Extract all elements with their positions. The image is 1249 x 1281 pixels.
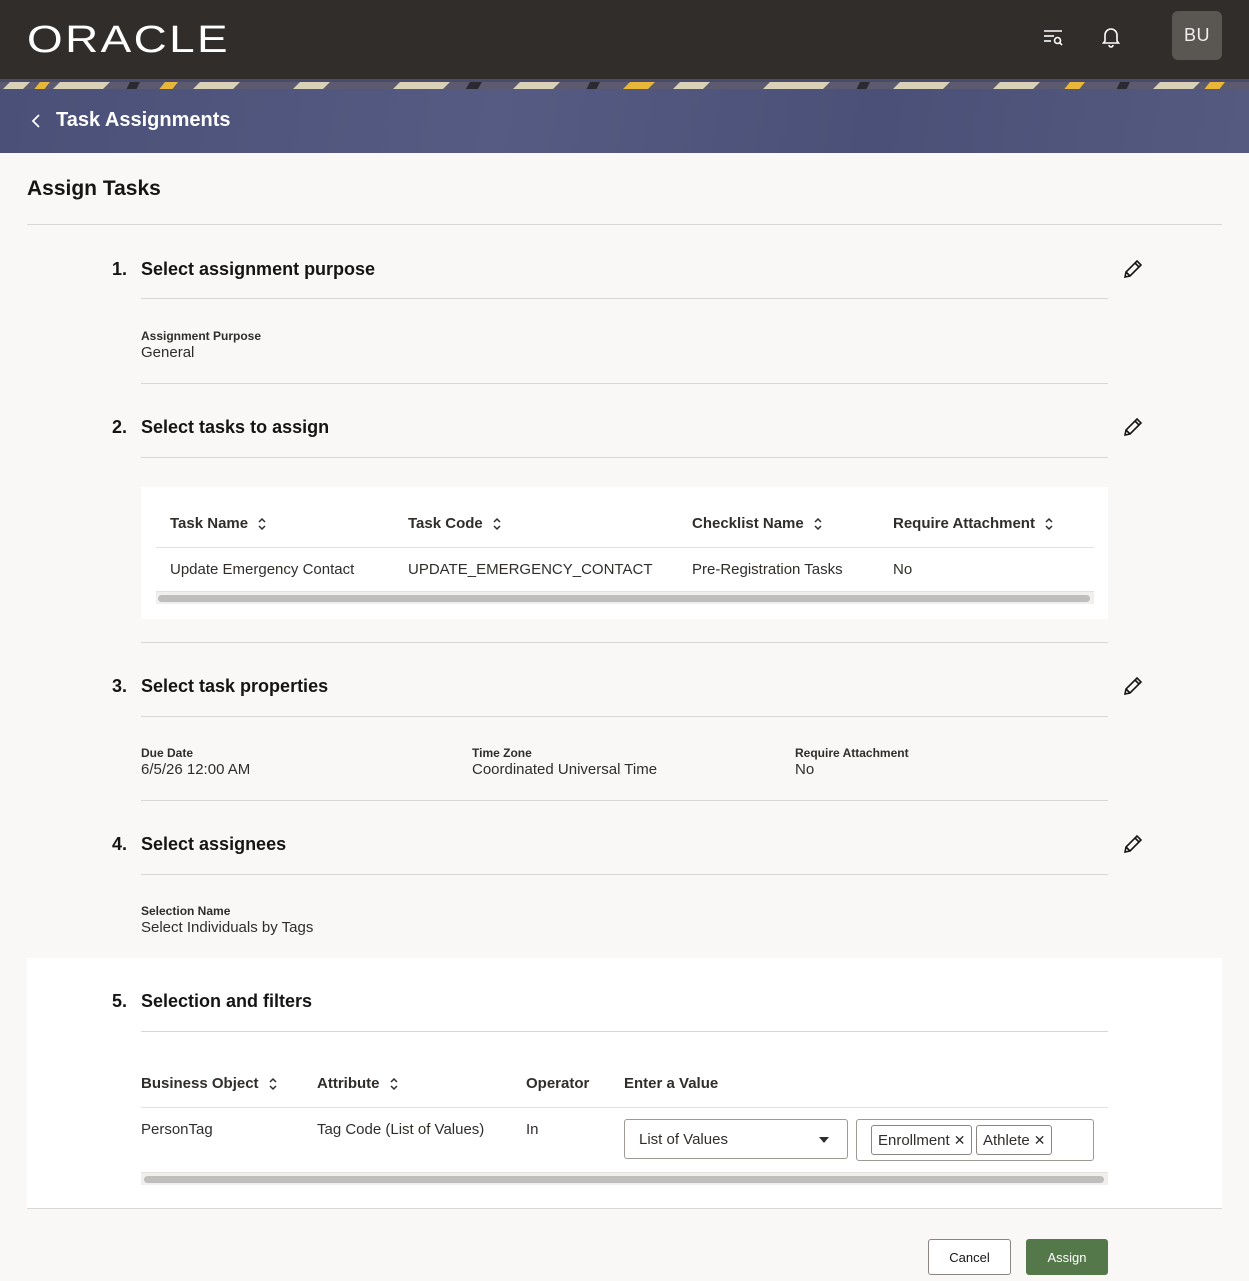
sort-icon[interactable]	[267, 1076, 279, 1092]
notifications-bell-icon[interactable]	[1098, 24, 1124, 50]
page-title: Assign Tasks	[27, 177, 161, 200]
edit-step-4-pencil-icon[interactable]	[1122, 833, 1144, 855]
assign-button[interactable]: Assign	[1026, 1239, 1108, 1275]
remove-chip-close-icon[interactable]: ✕	[1034, 1132, 1046, 1149]
search-list-icon[interactable]	[1040, 24, 1066, 50]
top-bar: ORACLE BU	[0, 0, 1249, 79]
cell-operator: In	[526, 1121, 539, 1138]
sort-icon[interactable]	[1043, 516, 1055, 532]
divider	[141, 874, 1108, 875]
edit-step-2-pencil-icon[interactable]	[1122, 416, 1144, 438]
step-2-title: Select tasks to assign	[141, 417, 330, 437]
step-5-title: Selection and filters	[141, 991, 313, 1011]
edit-step-3-pencil-icon[interactable]	[1122, 675, 1144, 697]
table-header-divider	[156, 547, 1094, 548]
cell-require-attachment: No	[893, 561, 913, 578]
edit-step-1-pencil-icon[interactable]	[1122, 258, 1144, 280]
horizontal-scrollbar[interactable]	[158, 595, 1090, 602]
sort-icon[interactable]	[812, 516, 824, 532]
sort-icon[interactable]	[388, 1076, 400, 1092]
step-5-number: 5.	[111, 991, 127, 1011]
assignment-purpose-value: General	[141, 344, 195, 361]
divider	[141, 716, 1108, 717]
column-header-attribute[interactable]: Attribute	[317, 1075, 400, 1092]
cell-business-object: PersonTag	[141, 1121, 213, 1138]
column-header-checklist-name[interactable]: Checklist Name	[692, 515, 824, 532]
dropdown-caret-icon	[819, 1137, 829, 1143]
column-header-operator: Operator	[526, 1075, 590, 1092]
step-2-number: 2.	[111, 417, 127, 437]
table-header-divider	[141, 1107, 1108, 1108]
step-3-title: Select task properties	[141, 676, 329, 696]
tag-chip-athlete: Athlete ✕	[976, 1125, 1053, 1155]
cell-task-code: UPDATE_EMERGENCY_CONTACT	[408, 561, 653, 578]
divider	[141, 800, 1108, 801]
tag-chip-enrollment: Enrollment ✕	[871, 1125, 973, 1155]
step-3-number: 3.	[111, 676, 127, 696]
due-date-value: 6/5/26 12:00 AM	[141, 761, 251, 778]
sort-icon[interactable]	[491, 516, 503, 532]
divider	[141, 383, 1108, 384]
svg-text:ORACLE: ORACLE	[27, 22, 230, 56]
selection-name-label: Selection Name	[141, 904, 231, 918]
selection-name-value: Select Individuals by Tags	[141, 919, 314, 936]
remove-chip-close-icon[interactable]: ✕	[954, 1132, 966, 1149]
step-4-title: Select assignees	[141, 834, 287, 854]
column-header-task-name[interactable]: Task Name	[170, 515, 268, 532]
sort-icon[interactable]	[256, 516, 268, 532]
divider	[141, 642, 1108, 643]
column-header-task-code[interactable]: Task Code	[408, 515, 503, 532]
cell-task-name: Update Emergency Contact	[170, 561, 355, 578]
user-avatar[interactable]: BU	[1172, 11, 1222, 60]
assignment-purpose-label: Assignment Purpose	[141, 329, 262, 343]
banner-title: Task Assignments	[56, 109, 231, 131]
time-zone-label: Time Zone	[472, 746, 532, 760]
value-type-select-value: List of Values	[639, 1130, 728, 1148]
tag-values-input[interactable]: Enrollment ✕ Athlete ✕	[856, 1119, 1094, 1161]
step-1-title: Select assignment purpose	[141, 259, 376, 279]
require-attachment-value: No	[795, 761, 815, 778]
time-zone-value: Coordinated Universal Time	[472, 761, 658, 778]
cell-checklist-name: Pre-Registration Tasks	[692, 561, 843, 578]
column-header-require-attachment[interactable]: Require Attachment	[893, 515, 1055, 532]
column-header-enter-value: Enter a Value	[624, 1075, 719, 1092]
due-date-label: Due Date	[141, 746, 194, 760]
horizontal-scrollbar[interactable]	[144, 1176, 1104, 1183]
divider	[27, 224, 1222, 225]
cell-attribute: Tag Code (List of Values)	[317, 1121, 485, 1138]
divider	[141, 457, 1108, 458]
step-4-number: 4.	[111, 834, 127, 854]
back-chevron-icon[interactable]	[30, 110, 46, 132]
value-type-select[interactable]: List of Values	[624, 1119, 848, 1159]
require-attachment-label: Require Attachment	[795, 746, 909, 760]
divider	[141, 298, 1108, 299]
decorative-pattern-strip	[0, 79, 1249, 89]
step-1-number: 1.	[111, 259, 127, 279]
divider	[27, 1208, 1222, 1209]
divider	[141, 1031, 1108, 1032]
oracle-logo[interactable]: ORACLE	[27, 19, 230, 61]
cancel-button[interactable]: Cancel	[928, 1239, 1011, 1275]
column-header-business-object[interactable]: Business Object	[141, 1075, 279, 1092]
